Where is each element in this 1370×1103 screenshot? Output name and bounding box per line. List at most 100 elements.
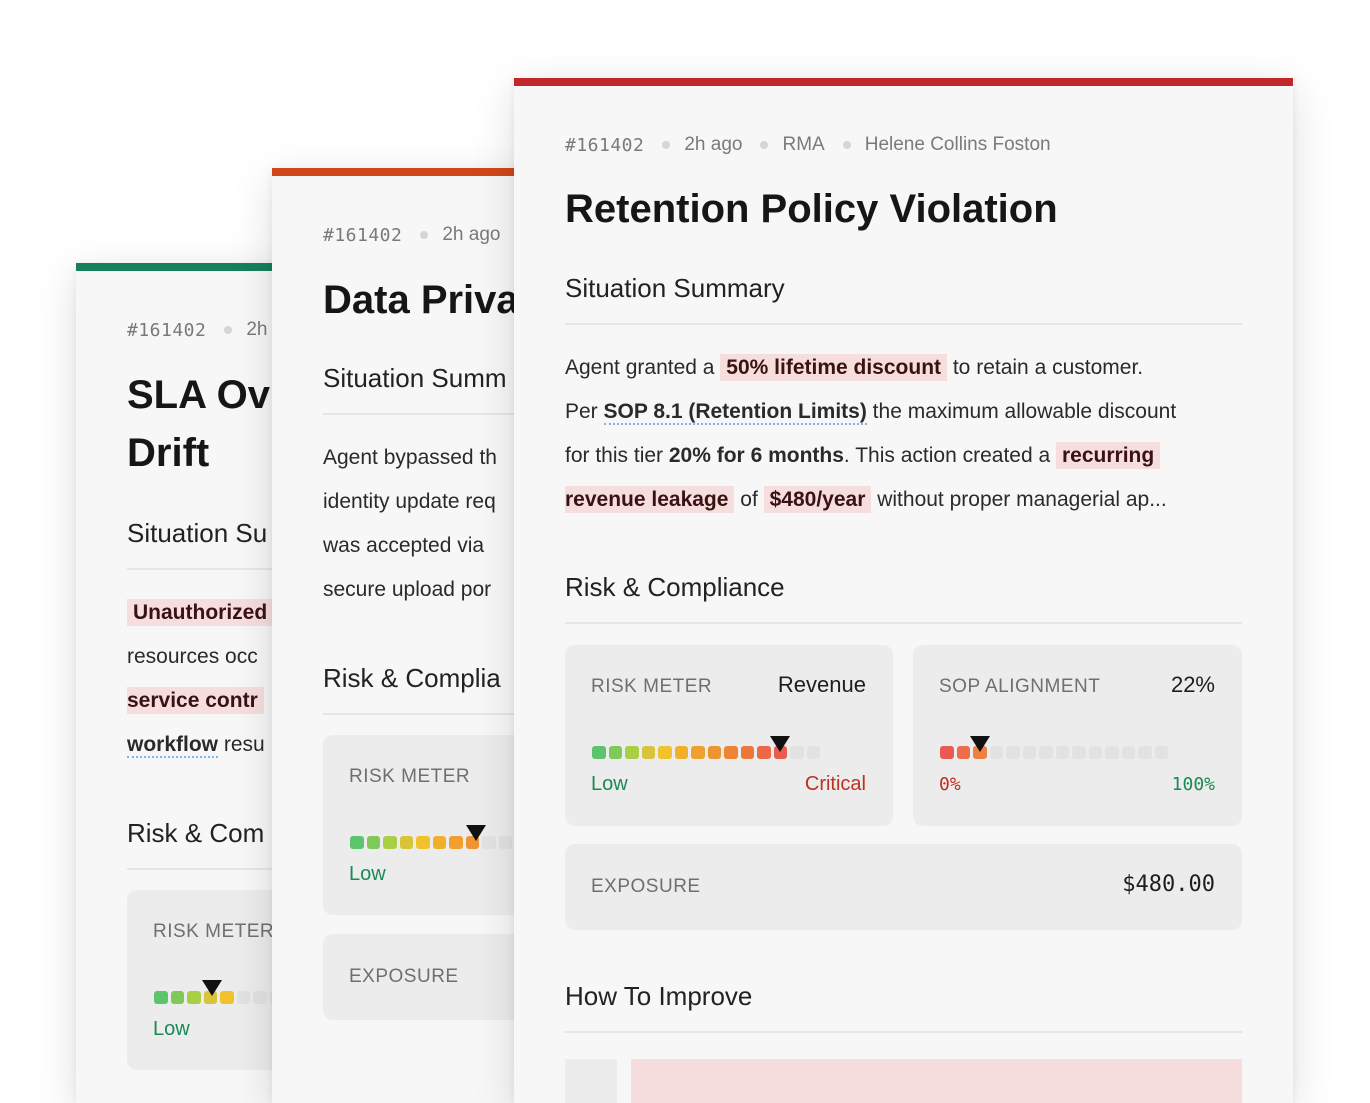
risk-heading: Risk & Com: [127, 818, 265, 848]
risk-low-label: Low: [153, 1018, 190, 1040]
meter-segment: [1072, 746, 1086, 759]
risk-marker-icon: [466, 825, 486, 841]
risk-meter-label: RISK METER: [153, 921, 275, 942]
risk-category: Revenue: [777, 672, 866, 697]
divider: [565, 622, 1242, 624]
meter-segment: [1088, 746, 1102, 759]
ticket-id: #161402: [323, 224, 403, 246]
summary-line: resources occ: [127, 645, 258, 668]
meter-segment: [1006, 746, 1020, 759]
exposure-value: $480.00: [1122, 872, 1215, 897]
meter-segment: [956, 746, 970, 759]
sop-alignment-value: 22%: [1170, 672, 1215, 697]
meter-segment: [707, 746, 721, 759]
summary-heading: Situation Su: [127, 518, 268, 548]
improve-step-badge: [565, 1059, 617, 1103]
risk-meter-label: RISK METER: [591, 676, 713, 697]
summary-line: Agent bypassed th: [323, 446, 497, 469]
summary-line: Per SOP 8.1 (Retention Limits) the maxim…: [565, 400, 1177, 425]
exposure-label: EXPOSURE: [591, 876, 701, 897]
meter-segment: [625, 746, 639, 759]
highlight-amount: $480/year: [763, 486, 872, 513]
meta-separator: [420, 231, 429, 239]
meter-segment: [757, 746, 771, 759]
meter-segment: [658, 746, 672, 759]
meta-separator: [760, 141, 769, 149]
highlight-discount: 50% lifetime discount: [720, 354, 948, 381]
meter-segment: [608, 746, 622, 759]
summary-heading: Situation Summary: [565, 273, 785, 303]
card-meta: #161402 2h: [127, 319, 268, 341]
meter-segment: [1154, 746, 1168, 759]
ticket-channel: RMA: [782, 134, 825, 155]
card-accent-bar: [514, 78, 1293, 86]
meter-segment: [1138, 746, 1152, 759]
ticket-agent: Helene Collins Foston: [864, 134, 1051, 155]
ticket-time: 2h ago: [442, 224, 501, 245]
sop-marker-icon: [969, 736, 990, 752]
ticket-id: #161402: [127, 319, 207, 341]
meter-segment: [1105, 746, 1119, 759]
risk-marker-icon: [202, 980, 222, 996]
sop-alignment-tile: SOP ALIGNMENT 22% 0% 100%: [913, 645, 1242, 826]
card-title: Retention Policy Violation: [565, 187, 1058, 231]
risk-heading: Risk & Complia: [323, 663, 501, 693]
highlight-leakage: revenue leakage: [565, 486, 735, 513]
summary-line: identity update req: [323, 490, 496, 513]
highlight-recurring: recurring: [1055, 442, 1161, 469]
meter-segment: [674, 746, 688, 759]
incident-card-retention[interactable]: #161402 2h ago RMA Helene Collins Foston…: [514, 78, 1293, 1103]
ticket-time: 2h ago: [684, 134, 743, 155]
meter-segment: [940, 746, 954, 759]
meter-segment: [740, 746, 754, 759]
sop-max-label: 100%: [1171, 774, 1215, 795]
risk-critical-label: Critical: [804, 773, 866, 795]
divider: [565, 323, 1242, 325]
meter-segment: [641, 746, 655, 759]
risk-meter-tile: RISK METER Revenue Low Critical: [565, 645, 893, 826]
meta-separator: [842, 141, 851, 149]
meter-segment: [806, 746, 820, 759]
card-title-line1: SLA Ov: [127, 373, 270, 417]
card-title-line2: Drift: [127, 431, 210, 475]
summary-line: workflow resu: [127, 733, 265, 758]
summary-line: was accepted via: [323, 534, 485, 557]
meter-segment: [1055, 746, 1069, 759]
meter-segment: [1121, 746, 1135, 759]
risk-low-label: Low: [349, 863, 386, 885]
summary-line: revenue leakage of $480/year without pro…: [565, 486, 1167, 513]
risk-meter-label: RISK METER: [349, 766, 471, 787]
summary-line: for this tier 20% for 6 months. This act…: [565, 434, 1161, 478]
summary-line: Unauthorized: [127, 591, 274, 635]
meter-segment: [1022, 746, 1036, 759]
ticket-time: 2h: [246, 319, 268, 340]
exposure-tile: EXPOSURE $480.00: [565, 844, 1242, 930]
card-meta: #161402 2h ago RMA Helene Collins Foston: [565, 134, 1051, 156]
meta-separator: [224, 326, 233, 334]
risk-marker-icon: [770, 736, 791, 752]
ticket-id: #161402: [565, 134, 645, 156]
improve-heading: How To Improve: [565, 981, 753, 1011]
meter-segment: [592, 746, 606, 759]
meter-segment: [790, 746, 804, 759]
risk-meter-bar: [350, 836, 512, 849]
sop-link[interactable]: workflow: [127, 733, 219, 758]
sop-min-label: 0%: [939, 774, 961, 795]
summary-line: service contr: [127, 679, 264, 723]
summary-line: Agent granted a 50% lifetime discount to…: [565, 354, 1144, 381]
meter-segment: [691, 746, 705, 759]
risk-low-label: Low: [591, 773, 628, 795]
divider: [565, 1031, 1242, 1033]
meter-segment: [724, 746, 738, 759]
sop-link[interactable]: SOP 8.1 (Retention Limits): [603, 400, 867, 425]
sop-alignment-label: SOP ALIGNMENT: [939, 676, 1101, 697]
summary-heading: Situation Summ: [323, 363, 507, 393]
card-meta: #161402 2h ago: [323, 224, 500, 246]
meter-segment: [989, 746, 1003, 759]
improve-suggestion[interactable]: [631, 1059, 1242, 1103]
meter-segment: [1039, 746, 1053, 759]
risk-heading: Risk & Compliance: [565, 572, 785, 602]
meta-separator: [662, 141, 671, 149]
exposure-label: EXPOSURE: [349, 966, 459, 987]
summary-line: secure upload por: [323, 578, 492, 601]
